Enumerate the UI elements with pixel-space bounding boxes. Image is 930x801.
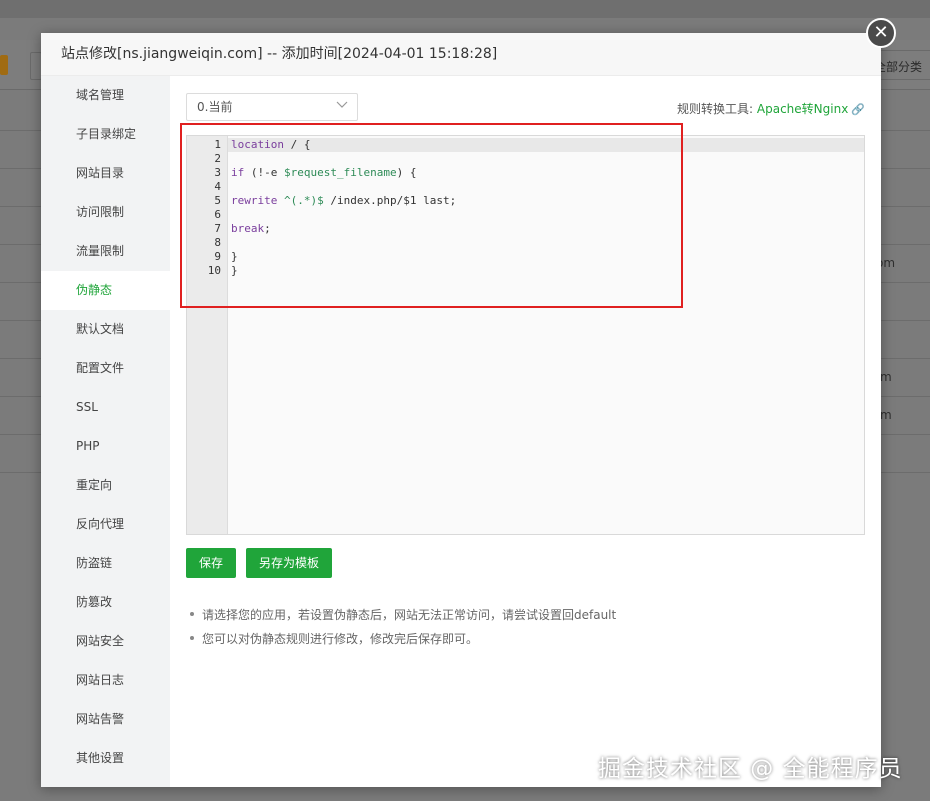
watermark: 掘金技术社区 @ 全能程序员 <box>598 756 903 782</box>
sidebar-item-php[interactable]: PHP <box>41 427 170 466</box>
code-text: $1 <box>403 194 417 207</box>
chevron-down-icon <box>336 101 348 108</box>
sidebar-item-reverse-proxy[interactable]: 反向代理 <box>41 505 170 544</box>
tip-item: 您可以对伪静态规则进行修改，修改完后保存即可。 <box>190 627 616 651</box>
save-as-template-button[interactable]: 另存为模板 <box>246 548 333 578</box>
code-keyword: if <box>231 166 245 179</box>
line-number-gutter: 1 2 3 4 5 6 7 8 9 10 <box>187 136 228 534</box>
rewrite-template-select[interactable]: 0.当前 <box>186 93 358 121</box>
sidebar-item-domain[interactable]: 域名管理 <box>41 76 170 115</box>
code-line: rewrite ^(.*)$ /index.php/$1 last; <box>231 194 864 208</box>
code-text: / { <box>283 138 311 151</box>
sidebar-item-config-file[interactable]: 配置文件 <box>41 349 170 388</box>
code-text: (!-e <box>244 166 284 179</box>
code-text: ; <box>264 222 271 235</box>
close-dialog-button[interactable]: ✕ <box>866 18 896 48</box>
link-icon: 🔗 <box>851 103 865 116</box>
code-line: break; <box>231 222 864 236</box>
rule-converter-label: 规则转换工具: <box>677 102 757 116</box>
sidebar-item-redirect[interactable]: 重定向 <box>41 466 170 505</box>
sidebar-item-site-dir[interactable]: 网站目录 <box>41 154 170 193</box>
code-line: } <box>231 264 864 278</box>
line-number: 9 <box>214 250 221 263</box>
line-number: 1 <box>214 138 221 151</box>
background-cell-text: m <box>880 408 892 422</box>
sidebar-item-subdir-binding[interactable]: 子目录绑定 <box>41 115 170 154</box>
code-text: last; <box>416 194 457 207</box>
sidebar-item-site-security[interactable]: 网站安全 <box>41 622 170 661</box>
sidebar-item-rewrite[interactable]: 伪静态 <box>41 271 170 310</box>
tip-text: 请选择您的应用，若设置伪静态后，网站无法正常访问，请尝试设置回default <box>202 608 617 622</box>
line-number: 6 <box>214 208 221 221</box>
code-text: /index.php/ <box>323 194 404 207</box>
line-number: 8 <box>214 236 221 249</box>
code-regex: ^(.*)$ <box>283 194 324 207</box>
line-number: 5 <box>214 194 221 207</box>
sidebar-item-other-settings[interactable]: 其他设置 <box>41 739 170 778</box>
code-keyword: location <box>231 138 284 151</box>
background-orange-button <box>0 55 8 75</box>
code-content: location / { if (!-e $request_filename) … <box>231 138 864 278</box>
sidebar-item-hotlink[interactable]: 防盗链 <box>41 544 170 583</box>
close-icon: ✕ <box>873 22 889 43</box>
code-text: } <box>231 250 238 263</box>
background-cell-text: m <box>880 370 892 384</box>
line-number: 4 <box>214 180 221 193</box>
background-all-categories: 全部分类 <box>874 60 923 74</box>
tip-text: 您可以对伪静态规则进行修改，修改完后保存即可。 <box>202 632 479 646</box>
dialog-title: 站点修改[ns.jiangweiqin.com] -- 添加时间[2024-04… <box>41 33 881 76</box>
apache-to-nginx-link[interactable]: Apache转Nginx <box>757 102 848 116</box>
rule-converter: 规则转换工具: Apache转Nginx 🔗 <box>677 100 865 117</box>
sidebar-item-traffic-limit[interactable]: 流量限制 <box>41 232 170 271</box>
save-button[interactable]: 保存 <box>186 548 237 578</box>
site-settings-dialog: 站点修改[ns.jiangweiqin.com] -- 添加时间[2024-04… <box>41 33 881 787</box>
sidebar-item-site-log[interactable]: 网站日志 <box>41 661 170 700</box>
bullet-icon <box>190 635 194 640</box>
settings-sidebar: 域名管理 子目录绑定 网站目录 访问限制 流量限制 伪静态 默认文档 配置文件 … <box>41 76 170 787</box>
help-tips: 请选择您的应用，若设置伪静态后，网站无法正常访问，请尝试设置回default 您… <box>190 603 616 651</box>
code-line: } <box>231 250 864 264</box>
sidebar-item-tamper-proof[interactable]: 防篡改 <box>41 583 170 622</box>
code-keyword: break <box>231 222 265 235</box>
code-line: location / { <box>231 138 864 152</box>
code-variable: $request_filename <box>284 166 397 179</box>
sidebar-item-access-limit[interactable]: 访问限制 <box>41 193 170 232</box>
sidebar-item-site-alert[interactable]: 网站告警 <box>41 700 170 739</box>
sidebar-item-ssl[interactable]: SSL <box>41 388 170 427</box>
line-number: 2 <box>214 152 221 165</box>
line-number: 3 <box>214 166 221 179</box>
rewrite-template-value: 0.当前 <box>197 100 233 114</box>
rewrite-panel: 0.当前 规则转换工具: Apache转Nginx 🔗 1 2 3 4 5 6 7… <box>170 76 881 787</box>
line-number: 7 <box>214 222 221 235</box>
code-keyword: rewrite <box>231 194 278 207</box>
bullet-icon <box>190 611 194 616</box>
tip-item: 请选择您的应用，若设置伪静态后，网站无法正常访问，请尝试设置回default <box>190 603 616 627</box>
background-topbar <box>0 0 930 18</box>
code-text: ) { <box>396 166 417 179</box>
rewrite-code-editor[interactable]: 1 2 3 4 5 6 7 8 9 10 location / { if (!-… <box>186 135 865 535</box>
code-line: if (!-e $request_filename) { <box>231 166 864 180</box>
code-text: } <box>231 264 238 277</box>
sidebar-item-default-doc[interactable]: 默认文档 <box>41 310 170 349</box>
line-number: 10 <box>207 264 221 277</box>
